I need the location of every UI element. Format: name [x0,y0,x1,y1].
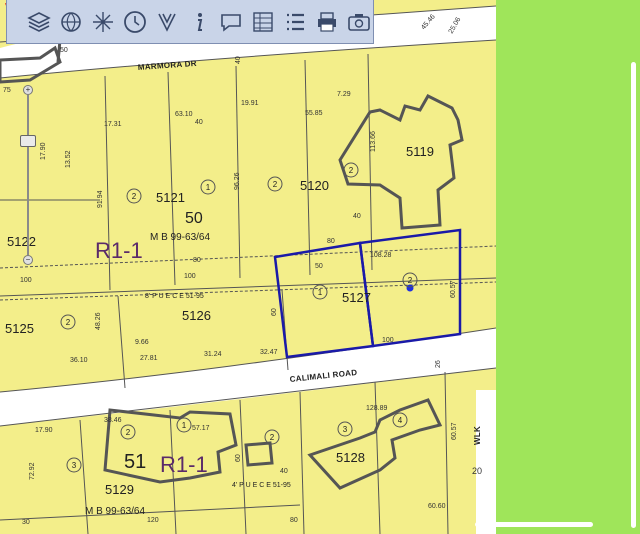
dimension: 55.85 [305,110,323,117]
dimension: 17.90 [40,142,47,160]
dimension: 31.24 [204,351,222,358]
dimension: 40 [235,56,242,64]
circle-lot-number: 1 [182,421,187,430]
dimension: 20 [472,466,482,476]
map-book-upper: M B 99-63/64 [150,232,210,243]
circle-lot-number: 1 [318,288,323,297]
dimension: 7.29 [337,91,351,98]
zone-label-upper: R1-1 [95,238,143,263]
dimension: 26 [435,360,442,368]
lot-number: 5120 [300,178,329,193]
dimension: 80 [193,257,201,264]
zone-label-lower: R1-1 [160,452,208,477]
list-icon[interactable] [281,6,309,38]
circle-lot-number: 2 [126,428,131,437]
zoom-out-button[interactable]: − [23,255,33,265]
dimension: 120 [147,517,159,524]
circle-lot-number: 4 [398,416,403,425]
dimension: 100 [382,337,394,344]
circle-lot-number: 2 [270,433,275,442]
dimension: 57.17 [192,425,210,432]
dimension: 9.66 [135,339,149,346]
dimension: 108.28 [370,252,392,259]
side-panel [496,0,640,534]
dimension: 48.26 [95,312,102,330]
clock-icon[interactable] [121,6,149,38]
dimension: 27.81 [140,355,158,362]
dimension: 60.57 [451,422,458,440]
map-toolbar [6,0,374,44]
dimension: 91.94 [97,190,104,208]
dimension: 60.57 [450,280,457,298]
zoom-slider[interactable]: + − [19,85,37,267]
dimension: 32.47 [260,349,278,356]
dimension: 13.52 [65,150,72,168]
dimension: 60 [235,454,242,462]
dimension: 17.90 [35,427,53,434]
circle-lot-number: 2 [66,318,71,327]
dimension: 50 [315,263,323,270]
dimension: 75 [3,87,11,94]
dimension: 60.60 [428,503,446,510]
home-indicator [475,522,593,527]
dimension: 40 [353,213,361,220]
info-icon[interactable] [185,6,213,38]
dimension: 113.66 [370,131,377,152]
dimension: 19.91 [241,100,259,107]
pan-icon[interactable] [89,6,117,38]
camera-icon[interactable] [345,6,373,38]
dimension: 50 [60,47,68,54]
zoom-track[interactable] [27,95,29,255]
circle-lot-number: 2 [349,166,354,175]
lot-number: 51 [124,451,146,473]
lot-number: 5128 [336,450,365,465]
lot-number: 5125 [5,321,34,336]
dimension: 60 [271,308,278,316]
map-book-lower: M B 99-63/64 [85,506,145,517]
lot-number: 5121 [156,190,185,205]
circle-lot-number: 3 [72,461,77,470]
dimension: 80 [290,517,298,524]
circle-lot-number: 2 [273,180,278,189]
lot-number: 5127 [342,290,371,305]
print-icon[interactable] [313,6,341,38]
layers-icon[interactable] [25,6,53,38]
lot-number: 5119 [406,144,434,159]
dimension: 40 [195,119,203,126]
comment-icon[interactable] [217,6,245,38]
selected-location-dot [406,284,414,292]
road-label-walk: WLK [473,426,482,445]
easement-upper: 8' P U E C E 51-95 [145,293,204,300]
circle-lot-number: 2 [132,192,137,201]
dimension: 100 [184,273,196,280]
scrollbar[interactable] [631,62,636,528]
lot-number: 5129 [105,482,134,497]
dimension: 38.46 [104,417,122,424]
lot-number: 5126 [182,308,211,323]
dimension: 128.89 [366,405,388,412]
dimension: 63.10 [175,111,193,118]
dimension: 96.26 [234,172,241,190]
circle-lot-number: 1 [206,183,211,192]
globe-icon[interactable] [57,6,85,38]
circle-lot-number: 3 [343,425,348,434]
block-number: 50 [185,210,203,227]
measure-icon[interactable] [153,6,181,38]
dimension: 30 [22,519,30,526]
dimension: 17.31 [104,121,122,128]
dimension: 36.10 [70,357,88,364]
table-icon[interactable] [249,6,277,38]
zoom-thumb[interactable] [20,134,36,147]
dimension: 40 [280,468,288,475]
easement-lower: 4' P U E C E 51-95 [232,482,291,489]
circle-lot-number: 2 [408,276,413,285]
lower-right-road [476,390,496,534]
dimension: 100 [20,277,32,284]
dimension: 72.92 [29,462,36,480]
zoom-in-button[interactable]: + [23,85,33,95]
dimension: 80 [327,238,335,245]
